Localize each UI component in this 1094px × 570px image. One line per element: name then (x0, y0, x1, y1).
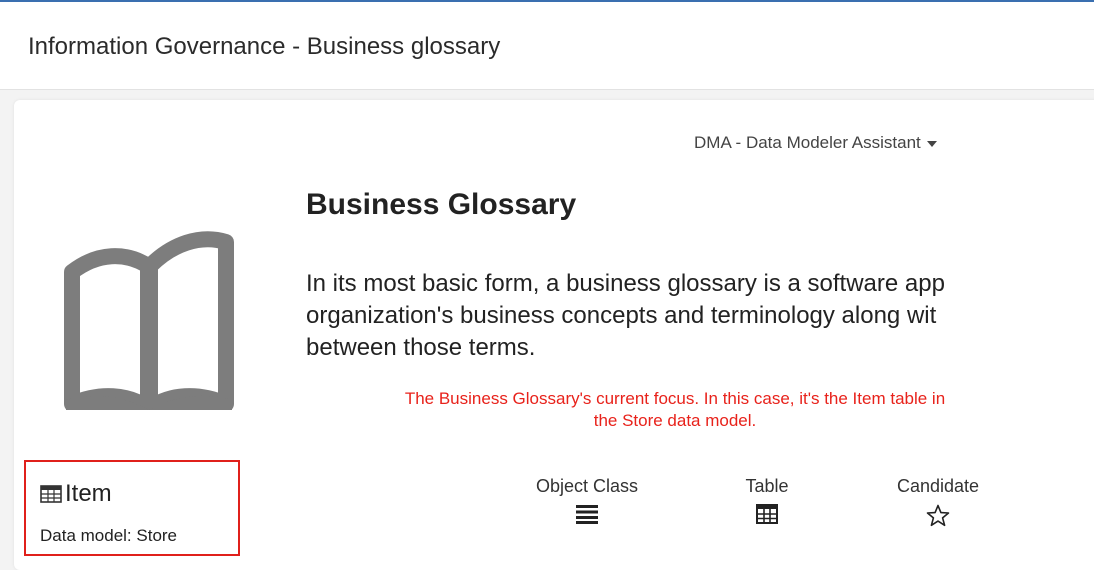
property-object-class: Object Class (514, 476, 660, 526)
page-title: Information Governance - Business glossa… (28, 33, 501, 60)
list-lines-icon (576, 505, 598, 524)
open-book-icon (64, 231, 234, 410)
glossary-title: Business Glossary (306, 188, 577, 221)
focus-data-model: Data model: Store (40, 526, 178, 545)
description-line: In its most basic form, a business gloss… (306, 270, 945, 297)
property-table: Table (724, 476, 810, 526)
caret-down-icon (926, 140, 937, 147)
focus-item-name: Item (40, 480, 112, 508)
table-icon (40, 485, 62, 503)
property-label: Table (745, 476, 789, 496)
focus-name-label: Item (65, 480, 112, 507)
property-label: Object Class (535, 476, 639, 496)
glossary-description: In its most basic form, a business gloss… (306, 268, 1094, 364)
page-header: Information Governance - Business glossa… (0, 2, 1094, 90)
current-focus-box[interactable]: Item Data model: Store (24, 460, 240, 556)
property-label: Candidate (896, 476, 980, 496)
property-candidate: Candidate (874, 476, 1002, 527)
description-line: organization's business concepts and ter… (306, 302, 937, 329)
annotation-line: The Business Glossary's current focus. I… (404, 389, 946, 408)
annotation-line: the Store data model. (593, 411, 757, 430)
annotation-note: The Business Glossary's current focus. I… (290, 388, 1060, 432)
dma-menu-label: DMA - Data Modeler Assistant (694, 133, 921, 152)
description-line: between those terms. (306, 334, 536, 361)
dma-menu-dropdown[interactable]: DMA - Data Modeler Assistant (694, 133, 937, 153)
star-outline-icon (926, 504, 950, 527)
table-grid-icon (756, 504, 778, 524)
